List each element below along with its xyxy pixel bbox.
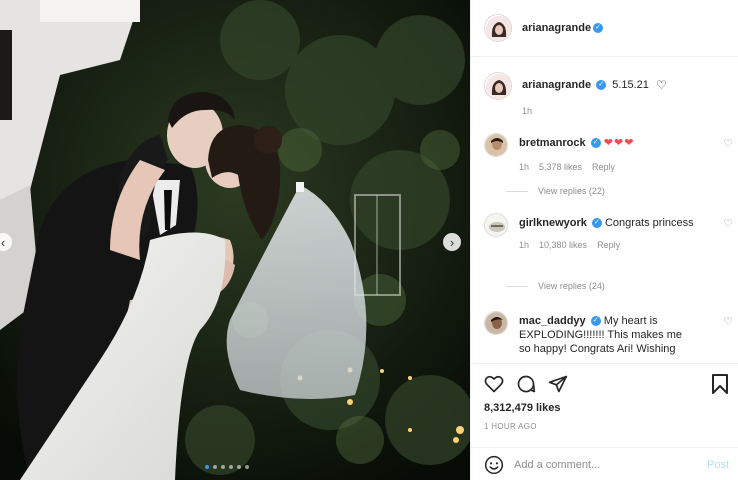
share-icon[interactable] xyxy=(548,374,568,394)
comment-likes[interactable]: 5,378 likes xyxy=(539,160,582,174)
carousel-next-button[interactable]: › xyxy=(443,233,461,251)
carousel-dot xyxy=(221,465,225,469)
avatar[interactable] xyxy=(484,133,508,157)
reply-button[interactable]: Reply xyxy=(597,238,620,252)
action-bar: 8,312,479 likes 1 HOUR AGO Post xyxy=(471,363,738,480)
comment-meta: 1h 5,378 likes Reply xyxy=(519,160,694,174)
caption-body: arianagrande ✓ 5.15.21 ♡ 1h xyxy=(522,72,667,116)
heart-icon[interactable]: ♡ xyxy=(656,78,667,92)
verified-icon: ✓ xyxy=(590,138,601,149)
carousel-dot xyxy=(205,465,209,469)
carousel-indicator xyxy=(205,465,249,469)
profile-photo-icon xyxy=(485,312,507,334)
post-timestamp: 1 HOUR AGO xyxy=(484,422,537,431)
divider xyxy=(506,190,528,192)
comment-text: Congrats princess xyxy=(604,217,694,229)
comment-likes[interactable]: 10,380 likes xyxy=(539,238,587,252)
profile-photo-icon xyxy=(486,74,511,99)
verified-icon: ✓ xyxy=(591,218,602,229)
post-side-panel: arianagrande ✓ arianagrande ✓ 5.15.21 ♡ xyxy=(470,0,738,480)
comment-username[interactable]: mac_daddyy xyxy=(519,315,586,327)
profile-photo-icon xyxy=(486,16,511,41)
heart-icon[interactable]: ♡ xyxy=(723,315,733,328)
verified-icon: ✓ xyxy=(590,316,601,327)
header-username[interactable]: arianagrande xyxy=(522,22,591,34)
comment-composer: Post xyxy=(471,447,738,480)
heart-emojis: ❤❤❤ xyxy=(603,137,635,149)
comment-username[interactable]: girlknewyork xyxy=(519,217,587,229)
view-replies-button[interactable]: View replies (22) xyxy=(484,186,605,196)
heart-icon[interactable]: ♡ xyxy=(723,137,733,150)
wedding-photo xyxy=(0,0,470,480)
view-replies-label: View replies (24) xyxy=(538,281,605,291)
comment-time: 1h xyxy=(519,162,530,172)
caption-username[interactable]: arianagrande xyxy=(522,79,591,91)
action-buttons xyxy=(484,374,568,394)
caption-time: 1h xyxy=(522,106,533,116)
post-caption: arianagrande ✓ 5.15.21 ♡ 1h xyxy=(484,72,667,116)
profile-photo-icon xyxy=(485,214,507,236)
reply-button[interactable]: Reply xyxy=(592,160,615,174)
bookmark-icon[interactable] xyxy=(711,374,729,394)
carousel-dot xyxy=(237,465,241,469)
heart-icon[interactable] xyxy=(484,374,504,394)
profile-photo-icon xyxy=(485,134,507,156)
comment-input[interactable] xyxy=(514,458,694,471)
comment-body: girlknewyork ✓ Congrats princess 1h 10,3… xyxy=(519,213,694,252)
chevron-left-icon: ‹ xyxy=(0,234,6,250)
heart-icon[interactable]: ♡ xyxy=(723,217,733,230)
chevron-right-icon: › xyxy=(449,234,455,250)
avatar[interactable] xyxy=(484,213,508,237)
avatar[interactable] xyxy=(484,72,512,100)
comment-meta: 1h 10,380 likes Reply xyxy=(519,238,694,252)
comment-icon[interactable] xyxy=(516,374,536,394)
comment-body: bretmanrock ✓ ❤❤❤ 1h 5,378 likes Reply xyxy=(519,133,694,174)
view-replies-label: View replies (22) xyxy=(538,186,605,196)
instagram-post-modal: ‹ › arianagrande ✓ arianagrande ✓ 5.15.2… xyxy=(0,0,738,480)
emoji-icon[interactable] xyxy=(484,455,504,475)
comment-item: mac_daddyy ✓ My heart is EXPLODING!!!!!!… xyxy=(484,311,733,356)
post-header: arianagrande ✓ xyxy=(471,0,738,57)
post-photo[interactable]: ‹ › xyxy=(0,0,470,480)
comment-username[interactable]: bretmanrock xyxy=(519,137,586,149)
comment-body: mac_daddyy ✓ My heart is EXPLODING!!!!!!… xyxy=(519,311,694,356)
like-count[interactable]: 8,312,479 likes xyxy=(484,402,560,414)
verified-icon: ✓ xyxy=(593,23,604,33)
carousel-dot xyxy=(213,465,217,469)
comment-item: girlknewyork ✓ Congrats princess 1h 10,3… xyxy=(484,213,733,252)
comment-clip: mac_daddyy ✓ My heart is EXPLODING!!!!!!… xyxy=(471,305,738,363)
comment-time: 1h xyxy=(519,240,530,250)
carousel-dot xyxy=(229,465,233,469)
post-button[interactable]: Post xyxy=(707,459,729,471)
verified-icon: ✓ xyxy=(596,80,607,90)
caption-text: 5.15.21 xyxy=(612,78,649,91)
avatar[interactable] xyxy=(484,14,512,42)
view-replies-button[interactable]: View replies (24) xyxy=(484,281,605,291)
divider xyxy=(506,285,528,287)
comment-item: bretmanrock ✓ ❤❤❤ 1h 5,378 likes Reply ♡ xyxy=(484,133,733,174)
avatar[interactable] xyxy=(484,311,508,335)
carousel-dot xyxy=(245,465,249,469)
